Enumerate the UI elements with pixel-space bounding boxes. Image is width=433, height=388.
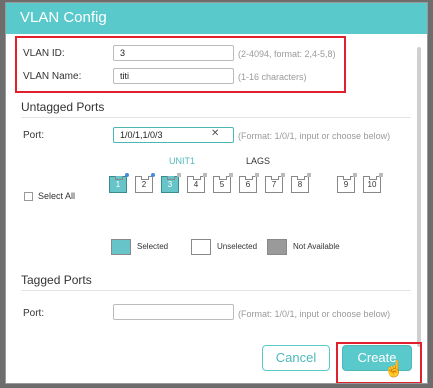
untagged-port-hint: (Format: 1/0/1, input or choose below) bbox=[238, 131, 391, 141]
lag-9-label: 9 bbox=[343, 180, 349, 189]
port-notch bbox=[297, 176, 305, 180]
select-all-checkbox[interactable] bbox=[24, 192, 33, 201]
vlan-id-hint: (2-4094, format: 2,4-5,8) bbox=[238, 49, 336, 59]
port-indicator-icon bbox=[255, 173, 259, 177]
tagged-port-label: Port: bbox=[23, 308, 45, 319]
vlan-name-input[interactable]: titi bbox=[113, 68, 234, 84]
port-6-label: 6 bbox=[245, 180, 251, 189]
port-3[interactable]: 3 bbox=[161, 173, 181, 193]
hand-pointer-icon: ☝ bbox=[384, 361, 404, 378]
port-3-label: 3 bbox=[167, 180, 173, 189]
legend-not-available-label: Not Available bbox=[293, 242, 340, 251]
tagged-ports-title: Tagged Ports bbox=[21, 273, 92, 287]
port-4[interactable]: 4 bbox=[187, 173, 207, 193]
untagged-ports-title: Untagged Ports bbox=[21, 100, 105, 114]
port-notch bbox=[141, 176, 149, 180]
port-notch bbox=[343, 176, 351, 180]
port-notch bbox=[115, 176, 123, 180]
legend-unselected-icon bbox=[191, 239, 211, 255]
port-indicator-icon bbox=[353, 173, 357, 177]
port-notch bbox=[219, 176, 227, 180]
cancel-button[interactable]: Cancel bbox=[262, 345, 330, 371]
legend-selected-icon bbox=[111, 239, 131, 255]
legend-selected-label: Selected bbox=[137, 242, 169, 251]
port-1[interactable]: 1 bbox=[109, 173, 129, 193]
select-all-label: Select All bbox=[38, 191, 76, 201]
tagged-port-input[interactable] bbox=[113, 304, 234, 320]
tagged-divider bbox=[21, 290, 411, 291]
port-5[interactable]: 5 bbox=[213, 173, 233, 193]
port-indicator-icon bbox=[307, 173, 311, 177]
port-notch bbox=[245, 176, 253, 180]
port-indicator-icon bbox=[281, 173, 285, 177]
lag-port-9[interactable]: 9 bbox=[337, 173, 357, 193]
scrollbar[interactable] bbox=[417, 47, 421, 347]
tagged-port-hint: (Format: 1/0/1, input or choose below) bbox=[238, 309, 391, 319]
vlan-id-input[interactable]: 3 bbox=[113, 45, 234, 61]
dialog-title: VLAN Config bbox=[20, 9, 107, 26]
port-indicator-icon bbox=[379, 173, 383, 177]
port-indicator-icon bbox=[151, 173, 155, 177]
legend-not-available-icon bbox=[267, 239, 287, 255]
clear-icon[interactable]: ✕ bbox=[211, 128, 219, 139]
port-indicator-icon bbox=[177, 173, 181, 177]
port-indicator-icon bbox=[125, 173, 129, 177]
port-notch bbox=[369, 176, 377, 180]
port-notch bbox=[193, 176, 201, 180]
vlan-name-hint: (1-16 characters) bbox=[238, 72, 307, 82]
port-notch bbox=[271, 176, 279, 180]
port-5-label: 5 bbox=[219, 180, 225, 189]
port-6[interactable]: 6 bbox=[239, 173, 259, 193]
dialog-titlebar: VLAN Config bbox=[6, 3, 427, 34]
vlan-name-label: VLAN Name: bbox=[23, 71, 82, 82]
tab-unit1[interactable]: UNIT1 bbox=[169, 156, 195, 166]
vlan-config-dialog: VLAN Config VLAN ID: 3 (2-4094, format: … bbox=[5, 2, 428, 384]
port-7-label: 7 bbox=[271, 180, 277, 189]
port-2[interactable]: 2 bbox=[135, 173, 155, 193]
port-1-label: 1 bbox=[115, 180, 121, 189]
port-8[interactable]: 8 bbox=[291, 173, 311, 193]
port-7[interactable]: 7 bbox=[265, 173, 285, 193]
untagged-divider bbox=[21, 117, 411, 118]
tab-lags[interactable]: LAGS bbox=[246, 156, 270, 166]
port-notch bbox=[167, 176, 175, 180]
lag-10-label: 10 bbox=[367, 180, 377, 189]
vlan-id-label: VLAN ID: bbox=[23, 48, 65, 59]
port-2-label: 2 bbox=[141, 180, 147, 189]
lag-port-10[interactable]: 10 bbox=[363, 173, 383, 193]
port-8-label: 8 bbox=[297, 180, 303, 189]
port-indicator-icon bbox=[229, 173, 233, 177]
legend-unselected-label: Unselected bbox=[217, 242, 258, 251]
untagged-port-label: Port: bbox=[23, 130, 45, 141]
port-4-label: 4 bbox=[193, 180, 199, 189]
port-indicator-icon bbox=[203, 173, 207, 177]
